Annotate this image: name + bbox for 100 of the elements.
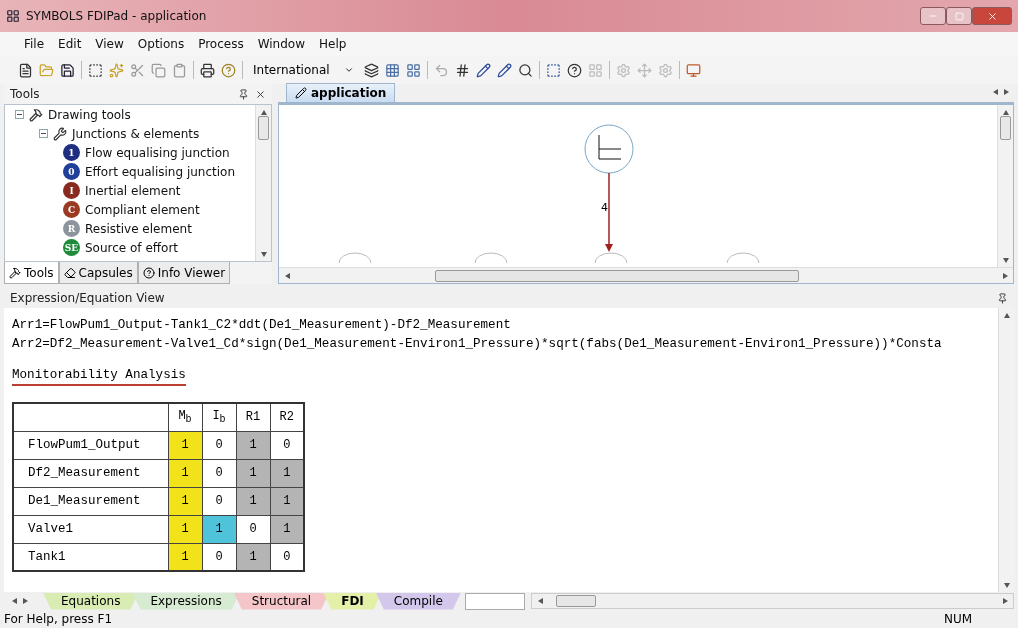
eraser-icon: [63, 266, 76, 279]
menu-item[interactable]: View: [95, 37, 124, 51]
up-arrow-icon[interactable]: [259, 108, 268, 116]
app-icon: [6, 9, 20, 23]
help-icon[interactable]: [221, 62, 236, 78]
left-arrow-icon[interactable]: [10, 597, 18, 605]
close-icon: [986, 10, 998, 22]
selection-icon[interactable]: [88, 62, 103, 78]
menu-item[interactable]: Options: [137, 37, 185, 51]
question-icon: [142, 266, 155, 279]
element-badge: 1: [63, 144, 80, 161]
menu-item[interactable]: Process: [198, 37, 244, 51]
panel-tab[interactable]: Info Viewer: [137, 262, 231, 284]
left-arrow-icon[interactable]: [991, 88, 999, 96]
menu-item[interactable]: File: [24, 37, 45, 51]
right-arrow-icon[interactable]: [1001, 271, 1009, 280]
new-file-icon[interactable]: [18, 62, 33, 78]
sheet-tab[interactable]: Compile: [375, 592, 461, 610]
tree-item[interactable]: Drawing tools: [48, 107, 131, 122]
panel-tab[interactable]: Capsules: [58, 262, 138, 284]
hammer-icon: [9, 266, 21, 279]
right-arrow-icon[interactable]: [1002, 88, 1010, 96]
column-header: M$_{b}$: [168, 403, 202, 431]
window-title: SYMBOLS FDIPad - application: [26, 9, 207, 23]
down-arrow-icon[interactable]: [259, 250, 268, 258]
scrollbar-thumb[interactable]: [435, 269, 799, 282]
cut-icon[interactable]: [130, 62, 145, 78]
layout-dropdown[interactable]: International: [249, 63, 358, 77]
up-arrow-icon[interactable]: [1002, 311, 1011, 319]
tree-item[interactable]: Flow equalising junction: [85, 145, 230, 160]
save-icon[interactable]: [60, 62, 75, 78]
bond-label: 4: [601, 201, 608, 214]
panel-title: Tools: [10, 87, 41, 101]
column-header: I$_{b}$: [202, 403, 236, 431]
table-cell: Tank1: [13, 543, 168, 571]
print-icon[interactable]: [200, 62, 215, 78]
left-arrow-icon[interactable]: [283, 271, 291, 280]
query-icon[interactable]: [566, 62, 582, 78]
menu-item[interactable]: Help: [319, 37, 347, 51]
maximize-icon: [954, 11, 964, 21]
search-icon[interactable]: [517, 62, 533, 78]
panel-title: Expression/Equation View: [10, 291, 166, 305]
pen-icon[interactable]: [496, 62, 512, 78]
table-cell: Valve1: [13, 515, 168, 543]
element-badge: 0: [63, 163, 80, 180]
grid-icon[interactable]: [405, 62, 421, 78]
box-icon[interactable]: [545, 62, 561, 78]
grid-icon[interactable]: [384, 62, 400, 78]
copy-icon[interactable]: [151, 62, 166, 78]
collapse-toggle-icon[interactable]: [15, 110, 24, 119]
hammer-icon: [29, 107, 43, 122]
document-tab[interactable]: application: [286, 83, 396, 102]
down-arrow-icon[interactable]: [1001, 256, 1010, 264]
table-cell: FlowPum1_Output: [13, 431, 168, 459]
caret-icon: [343, 65, 354, 75]
vertical-scrollbar[interactable]: [997, 105, 1013, 267]
hash-icon[interactable]: [454, 62, 470, 78]
table-cell: Df2_Measurement: [13, 459, 168, 487]
tools-icon: [53, 126, 67, 141]
num-lock-indicator: NUM: [944, 612, 974, 626]
vertical-scrollbar[interactable]: [255, 105, 271, 261]
element-badge: R: [63, 220, 80, 237]
minimize-button[interactable]: [920, 7, 946, 25]
menu-item[interactable]: Edit: [58, 37, 82, 51]
table-cell: De1_Measurement: [13, 487, 168, 515]
element-badge: I: [63, 182, 80, 199]
tree-item[interactable]: Compliant element: [85, 202, 200, 217]
panel-tab[interactable]: Tools: [4, 262, 59, 284]
equation: Arr1=FlowPum1_Output-Tank1_C2*ddt(De1_Measurement)-Df2_Measurement: [12, 317, 512, 334]
pencil-icon[interactable]: [475, 62, 491, 78]
horizontal-scrollbar[interactable]: [530, 593, 1014, 609]
paste-icon[interactable]: [172, 62, 187, 78]
tree-item[interactable]: Effort equalising junction: [85, 164, 236, 179]
right-arrow-icon[interactable]: [1001, 597, 1009, 605]
menu-item[interactable]: Window: [257, 37, 305, 51]
scrollbar-thumb[interactable]: [258, 116, 269, 140]
layers-icon[interactable]: [363, 62, 379, 78]
element-badge: C: [63, 201, 80, 218]
pin-icon[interactable]: [238, 88, 249, 100]
status-text: For Help, press F1: [4, 612, 114, 626]
monitor-icon[interactable]: [685, 62, 701, 78]
element-badge: SE: [63, 239, 80, 256]
junction-node: [584, 124, 634, 174]
section-title: Monitorability Analysis: [12, 368, 186, 386]
pin-icon[interactable]: [997, 292, 1008, 304]
equation: Arr2=Df2_Measurement-Valve1_Cd*sign(De1_Measurement-Environ1_Pressure)*sqrt(fabs(De1_Measurement-Environ1_Pressure))*Consta: [12, 336, 943, 353]
scrollbar-thumb[interactable]: [1000, 116, 1011, 140]
tree-item[interactable]: Source of effort: [85, 240, 179, 255]
close-button[interactable]: [972, 7, 1012, 25]
tree-item[interactable]: Inertial element: [85, 183, 181, 198]
collapse-toggle-icon[interactable]: [39, 129, 48, 138]
horizontal-scrollbar[interactable]: [279, 267, 1013, 283]
tree-item[interactable]: Junctions & elements: [72, 126, 200, 141]
tree-item[interactable]: Resistive element: [85, 221, 192, 236]
scrollbar-thumb[interactable]: [555, 595, 596, 607]
maximize-button[interactable]: [946, 7, 972, 25]
close-icon[interactable]: [255, 88, 266, 100]
right-arrow-icon[interactable]: [21, 597, 29, 605]
down-arrow-icon[interactable]: [1002, 581, 1011, 589]
up-arrow-icon[interactable]: [1001, 108, 1010, 116]
